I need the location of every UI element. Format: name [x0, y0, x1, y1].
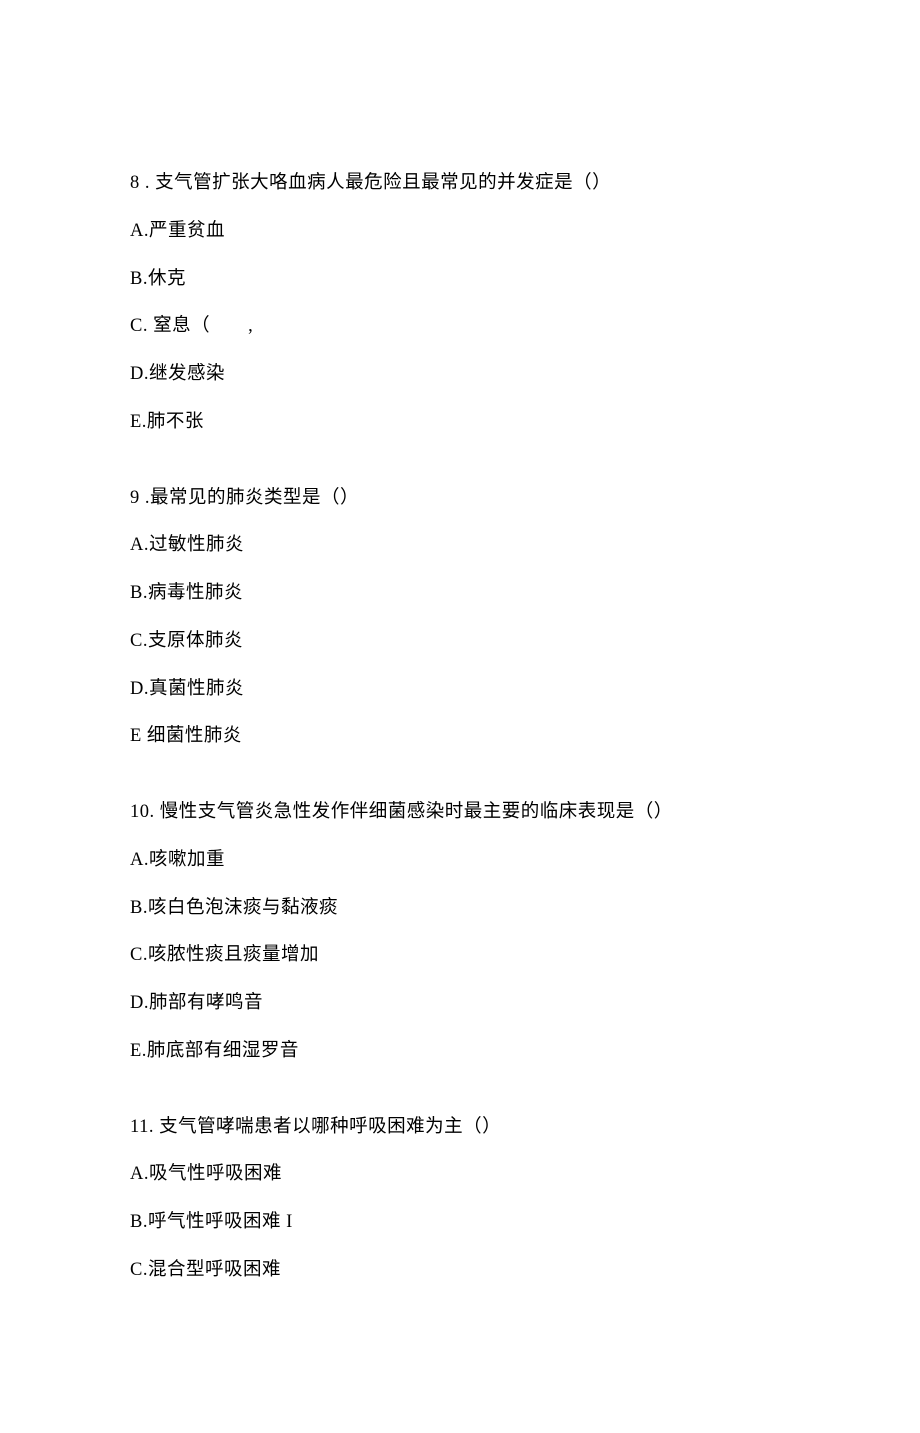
option-e: E.肺不张 [130, 409, 790, 437]
option-d: D.真菌性肺炎 [130, 676, 790, 704]
option-a: A.吸气性呼吸困难 [130, 1161, 790, 1189]
question-number: 8 [130, 173, 140, 193]
question-stem: 11. 支气管哮喘患者以哪种呼吸困难为主（） [130, 1114, 790, 1142]
option-b: B.休克 [130, 266, 790, 294]
option-c: C. 窒息（ , [130, 313, 790, 341]
question-number: 9 [130, 488, 140, 508]
question-stem: 9 .最常见的肺炎类型是（） [130, 485, 790, 513]
option-b: B.呼气性呼吸困难 I [130, 1209, 790, 1237]
question-8: 8 . 支气管扩张大咯血病人最危险且最常见的并发症是（） A.严重贫血 B.休克… [130, 170, 790, 437]
option-e: E 细菌性肺炎 [130, 723, 790, 751]
option-c: C.支原体肺炎 [130, 628, 790, 656]
question-number: 10. [130, 802, 155, 822]
question-text: 慢性支气管炎急性发作伴细菌感染时最主要的临床表现是（） [155, 802, 673, 822]
question-text: .最常见的肺炎类型是（） [140, 488, 359, 508]
option-d: D.继发感染 [130, 361, 790, 389]
question-11: 11. 支气管哮喘患者以哪种呼吸困难为主（） A.吸气性呼吸困难 B.呼气性呼吸… [130, 1114, 790, 1285]
option-b: B.病毒性肺炎 [130, 580, 790, 608]
question-number: 11. [130, 1117, 154, 1137]
question-stem: 8 . 支气管扩张大咯血病人最危险且最常见的并发症是（） [130, 170, 790, 198]
option-a: A.过敏性肺炎 [130, 532, 790, 560]
option-a: A.咳嗽加重 [130, 847, 790, 875]
question-stem: 10. 慢性支气管炎急性发作伴细菌感染时最主要的临床表现是（） [130, 799, 790, 827]
question-10: 10. 慢性支气管炎急性发作伴细菌感染时最主要的临床表现是（） A.咳嗽加重 B… [130, 799, 790, 1066]
question-text: . 支气管扩张大咯血病人最危险且最常见的并发症是（） [140, 173, 611, 193]
question-9: 9 .最常见的肺炎类型是（） A.过敏性肺炎 B.病毒性肺炎 C.支原体肺炎 D… [130, 485, 790, 752]
question-text: 支气管哮喘患者以哪种呼吸困难为主（） [154, 1117, 501, 1137]
option-a: A.严重贫血 [130, 218, 790, 246]
option-b: B.咳白色泡沫痰与黏液痰 [130, 895, 790, 923]
document-page: 8 . 支气管扩张大咯血病人最危险且最常见的并发症是（） A.严重贫血 B.休克… [0, 0, 920, 1433]
option-c: C.咳脓性痰且痰量增加 [130, 942, 790, 970]
option-d: D.肺部有哮鸣音 [130, 990, 790, 1018]
option-c: C.混合型呼吸困难 [130, 1257, 790, 1285]
option-e: E.肺底部有细湿罗音 [130, 1038, 790, 1066]
